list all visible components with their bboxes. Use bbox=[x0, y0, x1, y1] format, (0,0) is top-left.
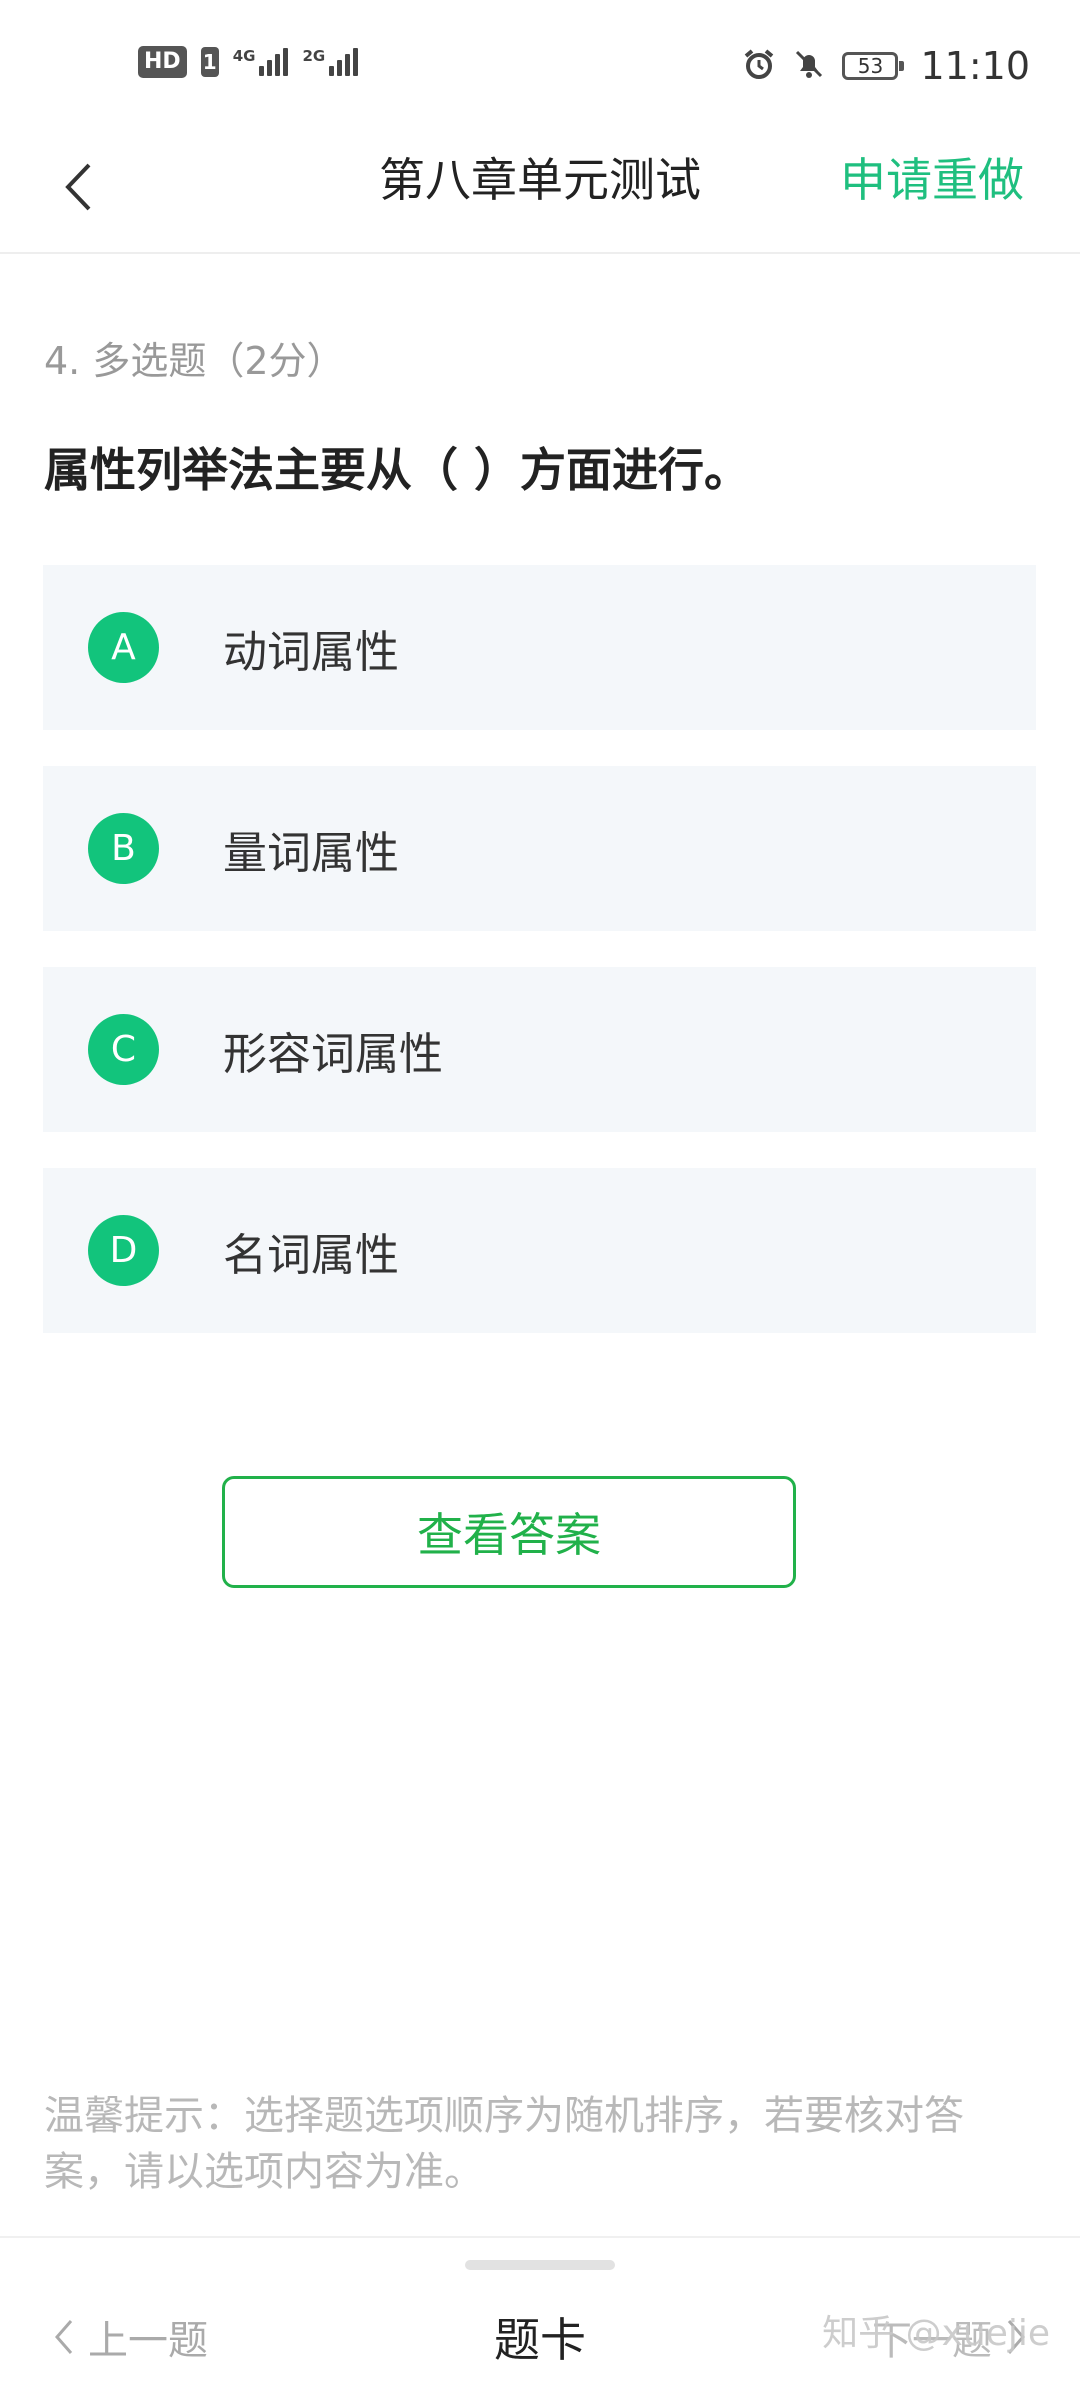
sim-badge: 1 bbox=[200, 47, 219, 77]
header: 第八章单元测试 申请重做 bbox=[0, 130, 1080, 254]
signal-icon-2: 2G bbox=[302, 47, 359, 76]
question-stem: 属性列举法主要从（ ）方面进行。 bbox=[44, 443, 751, 497]
option-letter: C bbox=[88, 1014, 159, 1085]
option-text: 名词属性 bbox=[223, 1229, 399, 1281]
card-label: 题卡 bbox=[494, 2313, 586, 2367]
option-letter: B bbox=[88, 813, 159, 884]
question-meta: 4. 多选题（2分） bbox=[44, 339, 345, 383]
option-text: 量词属性 bbox=[223, 827, 399, 879]
battery-icon: 53 bbox=[842, 52, 905, 80]
alarm-icon bbox=[742, 47, 776, 85]
option-b[interactable]: B 量词属性 bbox=[43, 766, 1036, 931]
hd-badge: HD bbox=[138, 46, 187, 78]
option-text: 形容词属性 bbox=[223, 1028, 443, 1080]
status-bar: HD 1 4G 2G 53 11:10 bbox=[0, 0, 1080, 130]
status-left: HD 1 4G 2G bbox=[138, 46, 359, 78]
option-letter: D bbox=[88, 1215, 159, 1286]
status-right: 53 11:10 bbox=[742, 44, 1030, 88]
network-type-1: 4G bbox=[232, 47, 256, 65]
tip-text: 温馨提示：选择题选项顺序为随机排序，若要核对答案，请以选项内容为准。 bbox=[44, 2093, 964, 2195]
option-a[interactable]: A 动词属性 bbox=[43, 565, 1036, 730]
clock: 11:10 bbox=[920, 44, 1030, 88]
request-redo-button[interactable]: 申请重做 bbox=[840, 150, 1024, 210]
option-letter: A bbox=[88, 612, 159, 683]
option-d[interactable]: D 名词属性 bbox=[43, 1168, 1036, 1333]
drag-handle[interactable] bbox=[465, 2260, 615, 2270]
option-text: 动词属性 bbox=[223, 626, 399, 678]
option-c[interactable]: C 形容词属性 bbox=[43, 967, 1036, 1132]
bell-muted-icon bbox=[792, 47, 826, 85]
network-type-2: 2G bbox=[302, 47, 326, 65]
watermark: 知乎 @xuejie bbox=[822, 2313, 1050, 2354]
options-list: A 动词属性 B 量词属性 C 形容词属性 D 名词属性 bbox=[43, 565, 1036, 1369]
view-answer-button[interactable]: 查看答案 bbox=[222, 1476, 796, 1588]
signal-icon: 4G bbox=[233, 48, 289, 76]
